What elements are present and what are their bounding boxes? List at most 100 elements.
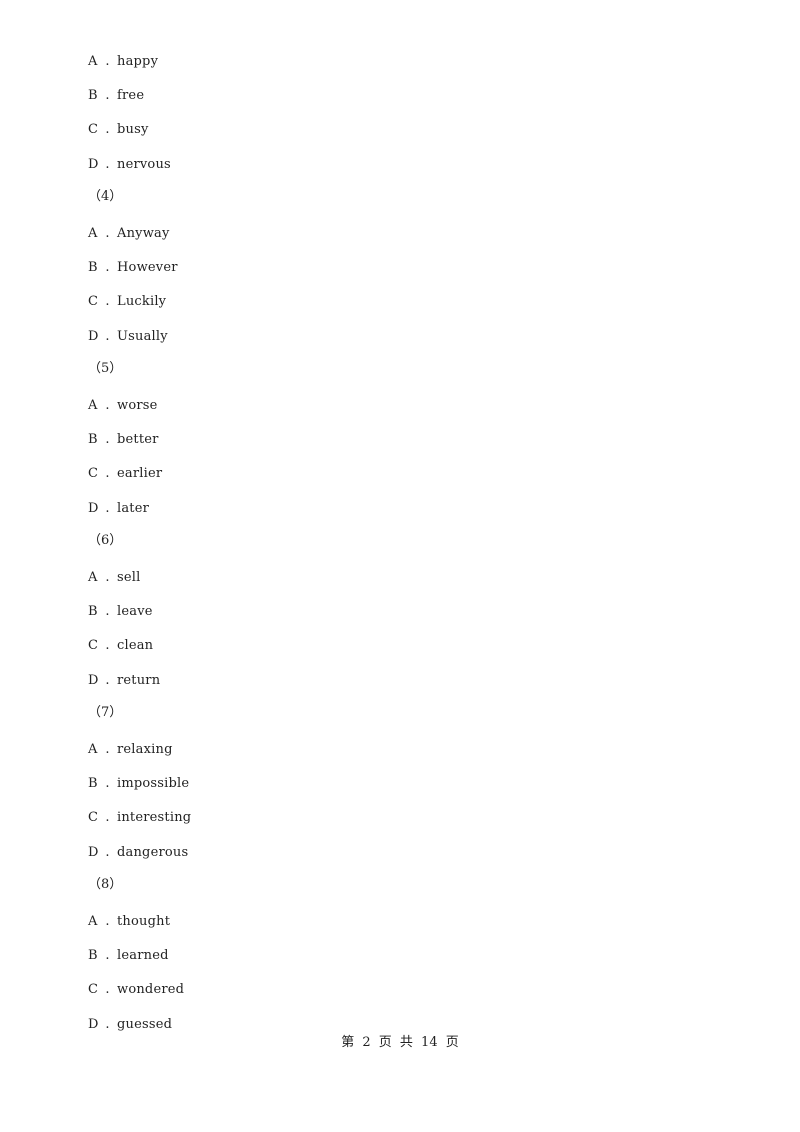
option-separator: . bbox=[105, 432, 110, 447]
option-c: C. Luckily bbox=[88, 294, 166, 310]
option-d: D. Usually bbox=[88, 329, 168, 345]
option-letter: C bbox=[88, 982, 99, 997]
option-letter: D bbox=[88, 501, 99, 516]
option-text: Usually bbox=[117, 329, 168, 344]
option-separator: . bbox=[105, 638, 110, 653]
option-c: C. busy bbox=[88, 122, 149, 138]
option-separator: . bbox=[105, 982, 110, 997]
option-letter: B bbox=[88, 260, 98, 275]
option-separator: . bbox=[105, 810, 110, 825]
option-text: free bbox=[117, 88, 145, 103]
option-separator: . bbox=[105, 501, 110, 516]
option-text: sell bbox=[117, 570, 141, 585]
question-number: （7） bbox=[88, 705, 123, 720]
option-d: D. guessed bbox=[88, 1017, 172, 1033]
option-d: D. return bbox=[88, 673, 160, 689]
option-letter: B bbox=[88, 88, 98, 103]
option-b: B. leave bbox=[88, 604, 153, 620]
option-separator: . bbox=[105, 466, 110, 481]
question-number: （8） bbox=[88, 877, 123, 892]
option-text: earlier bbox=[117, 466, 163, 481]
option-letter: D bbox=[88, 157, 99, 172]
option-text: interesting bbox=[117, 810, 192, 825]
option-separator: . bbox=[105, 157, 110, 172]
option-letter: C bbox=[88, 466, 99, 481]
option-separator: . bbox=[105, 329, 110, 344]
option-text: dangerous bbox=[117, 845, 189, 860]
option-text: guessed bbox=[117, 1017, 173, 1032]
option-separator: . bbox=[105, 122, 110, 137]
option-text: However bbox=[117, 260, 178, 275]
option-separator: . bbox=[105, 294, 110, 309]
option-a: A. happy bbox=[88, 54, 158, 70]
option-separator: . bbox=[105, 260, 110, 275]
option-letter: A bbox=[88, 226, 98, 241]
option-d: D. later bbox=[88, 501, 149, 517]
option-letter: D bbox=[88, 329, 99, 344]
option-a: A. Anyway bbox=[88, 226, 170, 242]
option-letter: A bbox=[88, 398, 98, 413]
option-letter: A bbox=[88, 742, 98, 757]
option-a: A. worse bbox=[88, 398, 158, 414]
option-letter: D bbox=[88, 1017, 99, 1032]
option-letter: B bbox=[88, 432, 98, 447]
option-c: C. interesting bbox=[88, 810, 191, 826]
option-c: C. wondered bbox=[88, 982, 184, 998]
option-a: A. thought bbox=[88, 914, 170, 930]
option-text: clean bbox=[117, 638, 154, 653]
option-separator: . bbox=[105, 54, 110, 69]
option-b: B. learned bbox=[88, 948, 169, 964]
option-separator: . bbox=[105, 398, 110, 413]
option-separator: . bbox=[105, 604, 110, 619]
option-b: B. better bbox=[88, 432, 159, 448]
option-text: learned bbox=[117, 948, 169, 963]
option-text: impossible bbox=[117, 776, 190, 791]
option-letter: C bbox=[88, 638, 99, 653]
option-separator: . bbox=[105, 845, 110, 860]
option-letter: A bbox=[88, 914, 98, 929]
option-text: nervous bbox=[117, 157, 171, 172]
question-number: （4） bbox=[88, 189, 123, 204]
option-d: D. dangerous bbox=[88, 845, 188, 861]
option-text: leave bbox=[117, 604, 153, 619]
option-separator: . bbox=[105, 226, 110, 241]
option-letter: C bbox=[88, 294, 99, 309]
option-d: D. nervous bbox=[88, 157, 171, 173]
option-b: B. impossible bbox=[88, 776, 189, 792]
option-letter: C bbox=[88, 122, 99, 137]
option-text: worse bbox=[117, 398, 158, 413]
option-separator: . bbox=[105, 914, 110, 929]
option-separator: . bbox=[105, 570, 110, 585]
option-text: better bbox=[117, 432, 159, 447]
option-text: wondered bbox=[117, 982, 185, 997]
option-c: C. earlier bbox=[88, 466, 162, 482]
question-number: （6） bbox=[88, 533, 123, 548]
option-c: C. clean bbox=[88, 638, 153, 654]
option-text: happy bbox=[117, 54, 159, 69]
option-b: B. free bbox=[88, 88, 144, 104]
option-letter: D bbox=[88, 845, 99, 860]
option-letter: B bbox=[88, 948, 98, 963]
option-letter: A bbox=[88, 570, 98, 585]
option-separator: . bbox=[105, 948, 110, 963]
option-text: relaxing bbox=[117, 742, 173, 757]
option-a: A. relaxing bbox=[88, 742, 173, 758]
option-text: busy bbox=[117, 122, 149, 137]
option-text: Anyway bbox=[117, 226, 170, 241]
option-text: Luckily bbox=[117, 294, 167, 309]
option-separator: . bbox=[105, 673, 110, 688]
option-separator: . bbox=[105, 88, 110, 103]
option-separator: . bbox=[105, 742, 110, 757]
option-text: return bbox=[117, 673, 161, 688]
option-b: B. However bbox=[88, 260, 178, 276]
option-letter: C bbox=[88, 810, 99, 825]
document-page: A. happy B. free C. busy D. nervous （4） A. An… bbox=[0, 0, 800, 1132]
option-letter: A bbox=[88, 54, 98, 69]
option-letter: B bbox=[88, 776, 98, 791]
option-a: A. sell bbox=[88, 570, 140, 586]
option-separator: . bbox=[105, 776, 110, 791]
option-letter: D bbox=[88, 673, 99, 688]
option-letter: B bbox=[88, 604, 98, 619]
question-number: （5） bbox=[88, 361, 123, 376]
option-separator: . bbox=[105, 1017, 110, 1032]
